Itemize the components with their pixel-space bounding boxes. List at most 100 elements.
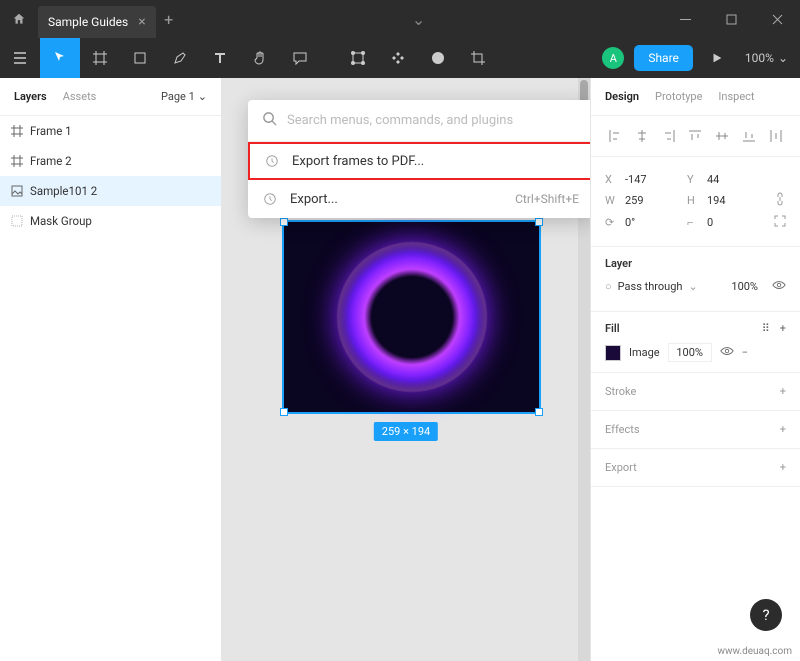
add-export-button[interactable]: + — [780, 461, 786, 474]
h-value[interactable]: 194 — [707, 194, 763, 207]
style-icon[interactable]: ⠿ — [762, 322, 770, 335]
window-close-button[interactable] — [754, 0, 800, 38]
dimension-badge: 259 × 194 — [374, 422, 438, 441]
window-minimize-button[interactable] — [662, 0, 708, 38]
titlebar: Sample Guides × + ⌄ — [0, 0, 800, 38]
stroke-title: Stroke — [605, 385, 636, 398]
y-label: Y — [687, 173, 701, 186]
component-tool[interactable] — [378, 38, 418, 78]
pen-tool[interactable] — [160, 38, 200, 78]
layer-label: Mask Group — [30, 214, 92, 228]
effects-title: Effects — [605, 423, 640, 436]
align-bottom-icon[interactable] — [739, 126, 759, 146]
add-effect-button[interactable]: + — [780, 423, 786, 436]
palette-search-input[interactable] — [287, 113, 579, 128]
layer-row[interactable]: Sample101 2 — [0, 176, 221, 206]
layer-label: Sample101 2 — [30, 184, 97, 198]
radius-icon: ⌐ — [687, 216, 701, 229]
radius-value[interactable]: 0 — [707, 216, 763, 229]
chevron-down-icon[interactable]: ⌄ — [412, 10, 432, 29]
watermark: www.deuaq.com — [718, 646, 793, 657]
y-value[interactable]: 44 — [707, 173, 763, 186]
align-hcenter-icon[interactable] — [632, 126, 652, 146]
shape-tool[interactable] — [120, 38, 160, 78]
x-value[interactable]: -147 — [625, 173, 681, 186]
align-top-icon[interactable] — [685, 126, 705, 146]
edit-object-tool[interactable] — [338, 38, 378, 78]
hand-tool[interactable] — [240, 38, 280, 78]
tab-layers[interactable]: Layers — [14, 90, 47, 103]
blend-mode-select[interactable]: Pass through — [618, 280, 683, 293]
align-left-icon[interactable] — [605, 126, 625, 146]
x-label: X — [605, 173, 619, 186]
chevron-down-icon: ⌄ — [778, 51, 788, 65]
comment-tool[interactable] — [280, 38, 320, 78]
add-tab-button[interactable]: + — [156, 10, 182, 29]
help-button[interactable]: ? — [750, 599, 782, 631]
menu-button[interactable] — [0, 38, 40, 78]
independent-corners-icon[interactable] — [774, 215, 786, 230]
add-stroke-button[interactable]: + — [780, 385, 786, 398]
remove-fill-button[interactable]: − — [742, 346, 748, 359]
close-tab-icon[interactable]: × — [138, 14, 145, 30]
layer-row[interactable]: Mask Group — [0, 206, 221, 236]
search-icon — [262, 111, 277, 130]
layer-label: Frame 2 — [30, 154, 72, 168]
tab-inspect[interactable]: Inspect — [718, 90, 754, 103]
command-palette: Export frames to PDF... Export... Ctrl+S… — [248, 100, 590, 218]
mask-group-icon — [10, 214, 24, 228]
export-section[interactable]: Export + — [591, 449, 800, 487]
tab-prototype[interactable]: Prototype — [655, 90, 702, 103]
crop-tool[interactable] — [458, 38, 498, 78]
stroke-section[interactable]: Stroke + — [591, 373, 800, 411]
palette-item-label: Export frames to PDF... — [292, 154, 424, 169]
image-icon — [10, 184, 24, 198]
rotation-value[interactable]: 0° — [625, 216, 681, 229]
move-tool[interactable] — [40, 38, 80, 78]
present-button[interactable] — [701, 42, 733, 74]
w-value[interactable]: 259 — [625, 194, 681, 207]
tab-assets[interactable]: Assets — [63, 90, 97, 103]
palette-item-label: Export... — [290, 192, 338, 207]
frame-tool[interactable] — [80, 38, 120, 78]
frame-icon — [10, 154, 24, 168]
effects-section[interactable]: Effects + — [591, 411, 800, 449]
share-button[interactable]: Share — [634, 45, 693, 71]
fill-opacity[interactable]: 100% — [668, 343, 712, 362]
fill-swatch[interactable] — [605, 345, 621, 361]
add-fill-button[interactable]: + — [780, 322, 786, 335]
w-label: W — [605, 194, 619, 207]
text-tool[interactable] — [200, 38, 240, 78]
palette-item-export-pdf[interactable]: Export frames to PDF... — [248, 142, 590, 180]
resize-handle-ne[interactable] — [535, 218, 543, 226]
align-vcenter-icon[interactable] — [712, 126, 732, 146]
opacity-value[interactable]: 100% — [731, 280, 758, 293]
align-right-icon[interactable] — [659, 126, 679, 146]
zoom-control[interactable]: 100%⌄ — [733, 51, 800, 65]
right-panel: Design Prototype Inspect X -147 Y 44 — [590, 78, 800, 661]
resize-handle-sw[interactable] — [280, 408, 288, 416]
tab-design[interactable]: Design — [605, 90, 639, 103]
visibility-icon[interactable] — [720, 344, 734, 361]
tab-title: Sample Guides — [48, 15, 128, 29]
avatar[interactable]: A — [602, 47, 624, 69]
layer-row[interactable]: Frame 1 — [0, 116, 221, 146]
pages-dropdown[interactable]: Page 1⌄ — [161, 90, 207, 103]
palette-item-export[interactable]: Export... Ctrl+Shift+E — [248, 180, 590, 218]
palette-search-row — [248, 100, 590, 142]
window-maximize-button[interactable] — [708, 0, 754, 38]
home-icon[interactable] — [0, 0, 38, 38]
constrain-proportions-icon[interactable] — [774, 192, 786, 209]
chevron-down-icon: ⌄ — [688, 280, 697, 293]
selected-image[interactable] — [282, 220, 541, 414]
left-panel: Layers Assets Page 1⌄ Frame 1 Frame 2 Sa… — [0, 78, 222, 661]
mask-tool[interactable] — [418, 38, 458, 78]
visibility-icon[interactable] — [772, 278, 786, 295]
distribute-icon[interactable] — [766, 126, 786, 146]
document-tab[interactable]: Sample Guides × — [38, 6, 156, 38]
resize-handle-se[interactable] — [535, 408, 543, 416]
fill-type[interactable]: Image — [629, 346, 660, 359]
canvas[interactable]: 259 × 194 Export frames to PDF... Export… — [222, 78, 590, 661]
resize-handle-nw[interactable] — [280, 218, 288, 226]
layer-row[interactable]: Frame 2 — [0, 146, 221, 176]
